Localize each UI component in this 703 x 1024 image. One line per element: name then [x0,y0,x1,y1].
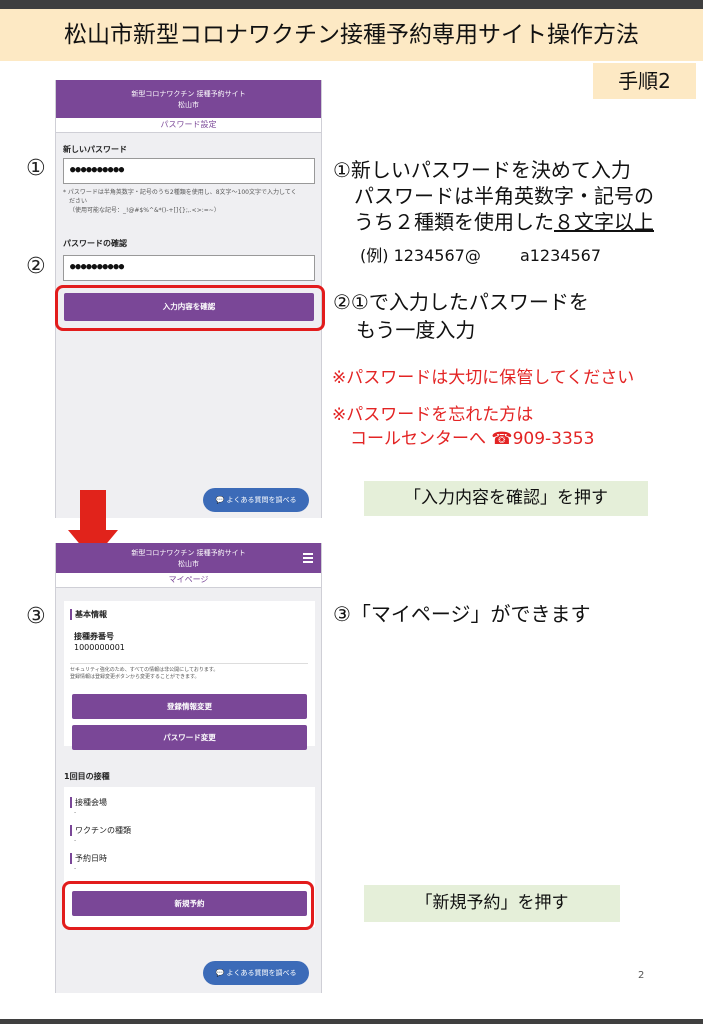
call-center-phone: コールセンターへ ☎909-3353 [350,429,595,449]
chat-icon: 💬 [215,969,227,977]
basic-info-card: 基本情報 接種券番号 1000000001 セキュリティ強化のため、すべての情報… [64,601,315,750]
step2-title-2: もう一度入力 [356,318,476,342]
vaccine-type-value: - [74,837,77,844]
ticket-number-label: 接種券番号 [74,632,114,641]
site-city: 松山市 [178,101,199,109]
site-city: 松山市 [178,560,199,568]
new-password-field[interactable]: ●●●●●●●●●● [63,158,315,184]
step1-rule: パスワードは半角英数字・記号の [354,184,654,208]
site-title: 新型コロナワクチン 接種予約サイト [131,90,246,98]
hamburger-menu-icon[interactable] [303,553,313,563]
step-badge: 手順2 [593,63,696,99]
site-header: 新型コロナワクチン 接種予約サイト 松山市 [56,80,321,118]
site-title: 新型コロナワクチン 接種予約サイト [131,549,246,557]
faq-button[interactable]: 💬 よくある質問を調べる [203,961,309,985]
chat-icon: 💬 [215,496,227,504]
step3-title: ③「マイページ」ができます [333,602,591,626]
bottom-border [0,1019,703,1024]
divider [70,663,308,664]
change-password-button[interactable]: パスワード変更 [72,725,307,750]
step-number-2: ② [26,254,46,279]
highlight-new-booking-button [62,881,314,930]
password-example: (例) 1234567@ a1234567 [360,246,601,265]
security-note: セキュリティ強化のため、すべての情報は非公開にしております。 登録情報は登録変更… [70,667,219,680]
step2-title: ②①で入力したパスワードを [333,290,589,314]
tab-password-setting: パスワード設定 [56,118,321,133]
faq-button[interactable]: 💬 よくある質問を調べる [203,488,309,512]
edit-registration-button[interactable]: 登録情報変更 [72,694,307,719]
step-number-3: ③ [26,604,46,629]
ticket-number-value: 1000000001 [74,643,125,652]
booking-datetime-label: 予約日時 [70,853,107,864]
site-header: 新型コロナワクチン 接種予約サイト 松山市 [56,543,321,573]
vaccine-type-label: ワクチンの種類 [70,825,131,836]
venue-value: - [74,809,77,816]
tab-mypage: マイページ [56,573,321,588]
booking-datetime-value: - [74,865,77,872]
step1-title: ①新しいパスワードを決めて入力 [333,158,631,182]
password-rule-note: * パスワードは半角英数字・記号のうち2種類を使用し、8文字～100文字で入力し… [63,189,297,214]
confirm-password-label: パスワードの確認 [63,239,127,248]
step1-rule-2: うち２種類を使用した８文字以上 [354,210,654,234]
venue-label: 接種会場 [70,797,107,808]
page-title: 松山市新型コロナワクチン接種予約専用サイト操作方法 [0,9,703,61]
top-border [0,0,703,9]
page-number: 2 [638,970,645,981]
confirm-password-field[interactable]: ●●●●●●●●●● [63,255,315,281]
first-dose-heading: 1回目の接種 [64,772,110,781]
highlight-confirm-button [55,285,325,331]
warning-keep-password: ※パスワードは大切に保管してください [332,368,635,388]
press-new-booking-note: 「新規予約」を押す [364,885,620,922]
new-password-label: 新しいパスワード [63,145,127,154]
warning-forgot-password: ※パスワードを忘れた方は [332,405,534,425]
basic-info-heading: 基本情報 [70,609,107,620]
press-confirm-note: 「入力内容を確認」を押す [364,481,648,516]
down-arrow-shaft [80,490,106,530]
step-number-1: ① [26,156,46,181]
